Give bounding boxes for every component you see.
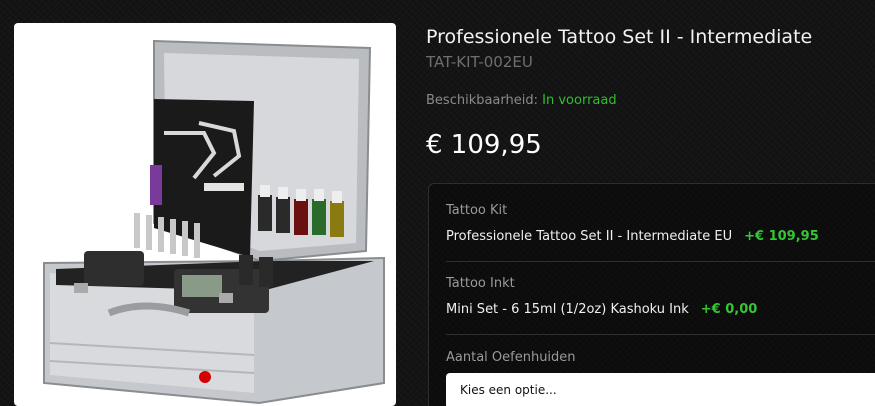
option-price-delta: +€ 0,00 (700, 302, 758, 317)
oefenhuiden-select[interactable]: Kies een optie... (446, 373, 875, 406)
option-label-tattoo-inkt: Tattoo Inkt (446, 276, 515, 291)
option-label-oefenhuiden: Aantal Oefenhuiden (446, 350, 576, 365)
availability-status: In voorraad (542, 93, 617, 108)
option-value-tattoo-kit: Professionele Tattoo Set II - Intermedia… (446, 229, 819, 244)
product-sku: TAT-KIT-002EU (426, 53, 533, 71)
product-image[interactable] (14, 23, 396, 406)
options-divider (446, 334, 875, 335)
option-value-text: Professionele Tattoo Set II - Intermedia… (446, 229, 733, 244)
option-price-delta: +€ 109,95 (744, 229, 819, 244)
tattoo-kit-illustration (43, 39, 385, 405)
option-value-tattoo-inkt: Mini Set - 6 15ml (1/2oz) Kashoku Ink +€ … (446, 302, 757, 317)
availability-label: Beschikbaarheid: (426, 93, 538, 108)
options-divider (446, 261, 875, 262)
option-label-tattoo-kit: Tattoo Kit (446, 203, 508, 218)
availability: Beschikbaarheid: In voorraad (426, 93, 617, 108)
option-value-text: Mini Set - 6 15ml (1/2oz) Kashoku Ink (446, 302, 689, 317)
product-title: Professionele Tattoo Set II - Intermedia… (426, 26, 813, 48)
product-price: € 109,95 (426, 130, 542, 160)
carousel-dot-active[interactable] (199, 371, 211, 383)
